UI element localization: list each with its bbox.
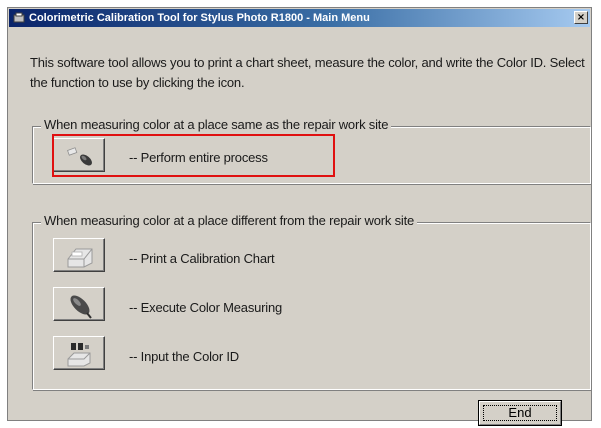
group-different-site-title: When measuring color at a place differen…	[41, 213, 418, 228]
group-same-site-title: When measuring color at a place same as …	[41, 117, 392, 132]
color-id-icon	[67, 343, 91, 367]
print-calibration-chart-button[interactable]	[53, 238, 105, 272]
close-button[interactable]: ×	[574, 11, 588, 24]
window-title: Colorimetric Calibration Tool for Stylus…	[29, 12, 370, 24]
title-bar: Colorimetric Calibration Tool for Stylus…	[9, 9, 590, 27]
input-color-id-button[interactable]	[53, 336, 105, 370]
execute-color-measuring-label: -- Execute Color Measuring	[129, 300, 283, 315]
main-menu-window: Colorimetric Calibration Tool for Stylus…	[7, 7, 592, 426]
close-icon: ×	[576, 12, 586, 23]
end-button[interactable]: End	[478, 400, 562, 426]
focus-rectangle	[483, 405, 557, 421]
execute-color-measuring-button[interactable]	[53, 287, 105, 321]
printer-icon	[67, 248, 93, 268]
intro-text: This software tool allows you to print a…	[30, 55, 585, 90]
print-calibration-chart-label: -- Print a Calibration Chart	[129, 251, 275, 266]
colorimeter-icon	[70, 295, 92, 319]
input-color-id-label: -- Input the Color ID	[129, 349, 239, 364]
group-different-site: When measuring color at a place differen…	[32, 213, 591, 390]
app-icon	[13, 12, 25, 23]
selection-highlight	[52, 134, 335, 177]
